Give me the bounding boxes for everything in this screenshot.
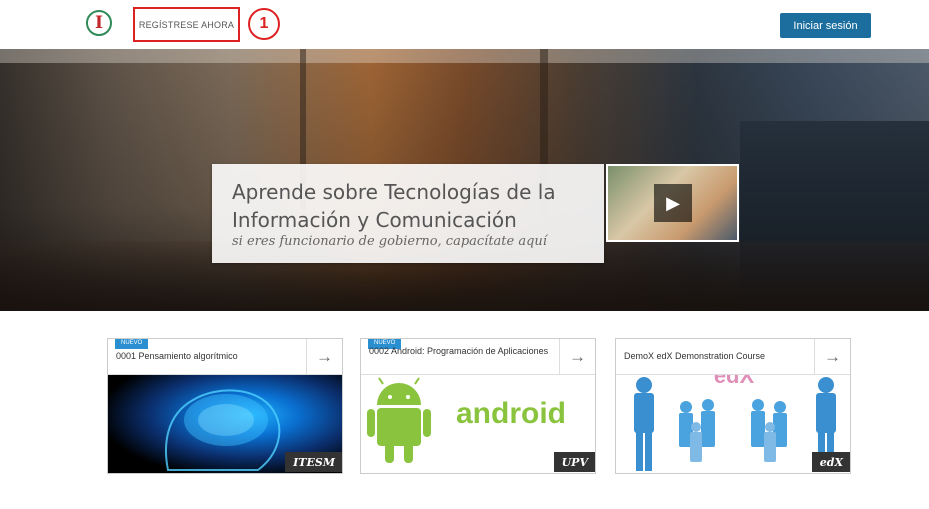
course-card-header: NUEVO 0002 Android: Programación de Apli… xyxy=(361,339,595,375)
arrow-right-icon[interactable]: → xyxy=(559,339,595,375)
step-annotation: 1 xyxy=(248,8,280,40)
play-glyph: ▶ xyxy=(666,192,680,213)
arrow-glyph: → xyxy=(824,347,841,366)
login-label: Iniciar sesión xyxy=(793,19,858,32)
hero-subtitle: si eres funcionario de gobierno, capacít… xyxy=(232,234,547,249)
course-title[interactable]: DemoX edX Demonstration Course xyxy=(624,350,809,362)
site-header: I REGÍSTRESE AHORA 1 Iniciar sesión xyxy=(0,0,929,49)
course-card[interactable]: DemoX edX Demonstration Course → edX edX xyxy=(615,338,851,474)
register-label: REGÍSTRESE AHORA xyxy=(138,19,235,30)
course-card[interactable]: NUEVO 0001 Pensamiento algorítmico → ITE… xyxy=(107,338,343,474)
login-button[interactable]: Iniciar sesión xyxy=(780,13,871,38)
org-tag: edX xyxy=(811,452,850,472)
step-number: 1 xyxy=(259,15,269,32)
arrow-right-icon[interactable]: → xyxy=(814,339,850,375)
hero-title: Aprende sobre Tecnologías de la Informac… xyxy=(232,180,556,232)
org-tag: ITESM xyxy=(285,452,342,472)
course-title[interactable]: 0002 Android: Programación de Aplicacion… xyxy=(369,345,554,357)
edx-watermark: edX xyxy=(714,375,755,388)
logo-letter: I xyxy=(95,13,103,33)
course-card-header: DemoX edX Demonstration Course → xyxy=(616,339,850,375)
course-card-header: NUEVO 0001 Pensamiento algorítmico → xyxy=(108,339,342,375)
course-title[interactable]: 0001 Pensamiento algorítmico xyxy=(116,350,301,362)
course-card[interactable]: NUEVO 0002 Android: Programación de Apli… xyxy=(360,338,596,474)
new-badge: NUEVO xyxy=(115,339,149,349)
play-icon[interactable]: ▶ xyxy=(654,184,692,222)
org-tag: UPV xyxy=(553,452,595,472)
register-link[interactable]: REGÍSTRESE AHORA xyxy=(133,7,240,42)
ceiling-beam xyxy=(0,49,929,63)
android-wordmark: android xyxy=(456,397,566,430)
arrow-glyph: → xyxy=(316,347,333,366)
hero-caption-panel: Aprende sobre Tecnologías de la Informac… xyxy=(212,164,604,263)
arrow-glyph: → xyxy=(569,347,586,366)
site-logo[interactable]: I xyxy=(86,10,112,36)
intro-video-thumbnail[interactable]: ▶ xyxy=(606,164,739,242)
arrow-right-icon[interactable]: → xyxy=(306,339,342,375)
